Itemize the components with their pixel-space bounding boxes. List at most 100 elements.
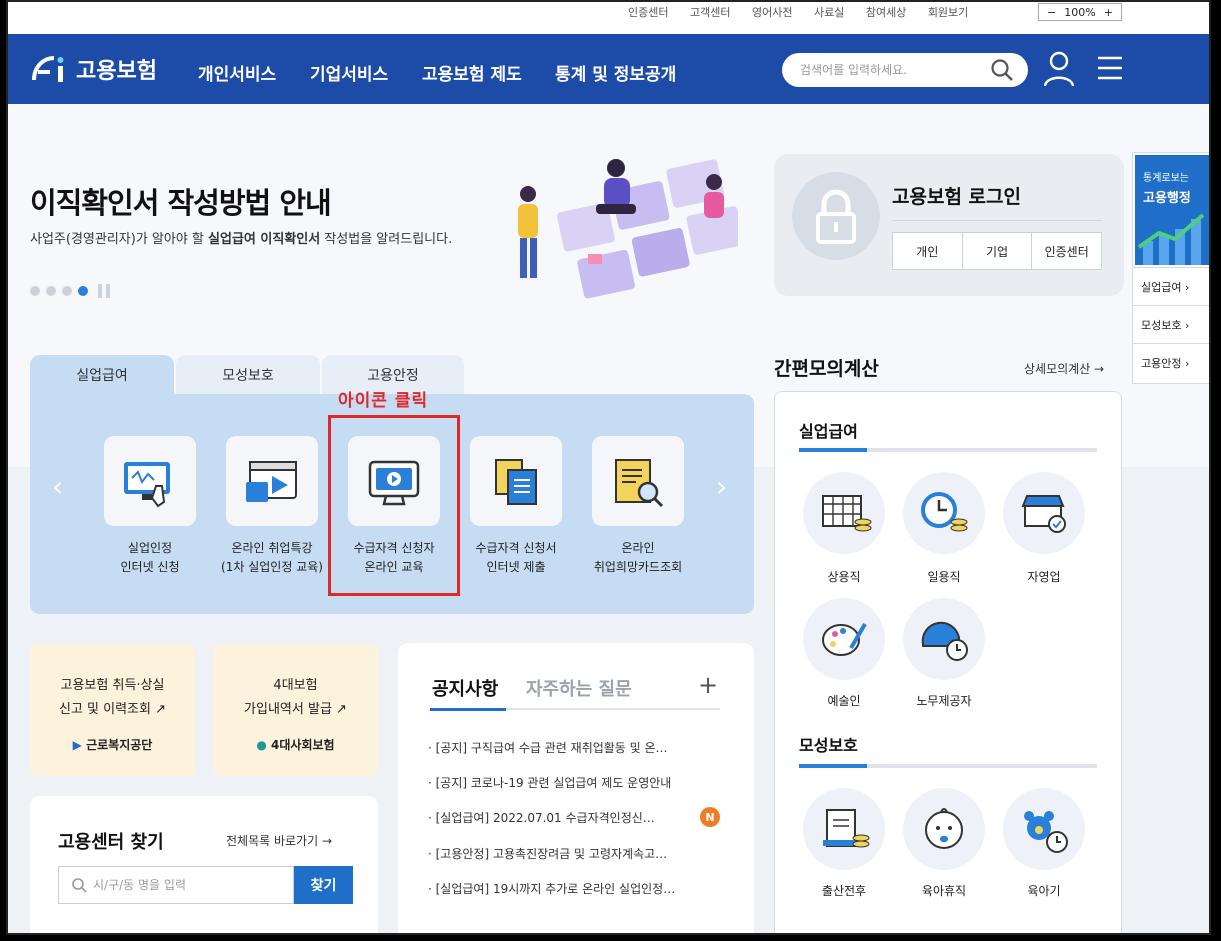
finder-all-link[interactable]: 전체목록 바로가기 → xyxy=(226,832,332,849)
service-icon-tile[interactable] xyxy=(226,436,318,526)
service-label-line: 인터넷 제출 xyxy=(486,560,546,574)
calc-label: 자영업 xyxy=(1027,570,1061,584)
tab-unemployment[interactable]: 실업급여 xyxy=(30,355,174,395)
calendar-coins-icon xyxy=(822,495,872,532)
prev-arrow-icon[interactable]: ‹ xyxy=(52,470,63,503)
slide-dot-active[interactable] xyxy=(78,286,88,296)
service-label-line: 온라인 xyxy=(621,541,655,555)
ei-logo-icon xyxy=(32,56,64,82)
tab-faq[interactable]: 자주하는 질문 xyxy=(526,675,632,701)
stats-banner[interactable]: 통계로보는 고용행정 xyxy=(1135,155,1209,265)
stats-banner-line2: 고용행정 xyxy=(1143,191,1191,206)
quick-link-card[interactable]: 고용보험 취득·상실 신고 및 이력조회 ↗ ▶ 근로복지공단 xyxy=(30,644,195,776)
stats-banner-line1: 통계로보는 xyxy=(1143,173,1189,184)
section-underline-active xyxy=(799,764,867,768)
menu-personal[interactable]: 개인서비스 xyxy=(198,60,276,85)
hero-title[interactable]: 이직확인서 작성방법 안내 xyxy=(30,180,332,222)
quick-link-text: 신고 및 이력조회 ↗ xyxy=(58,702,166,717)
login-cert-button[interactable]: 인증센터 xyxy=(1032,233,1102,269)
service-icon-tile[interactable] xyxy=(104,436,196,526)
utility-link[interactable]: 고객센터 xyxy=(690,6,730,19)
browser-page: 인증센터 고객센터 영어사전 사료실 참여세상 회원보기 − 100% + 고용… xyxy=(6,0,1211,935)
calc-childcare-button[interactable] xyxy=(1003,788,1085,870)
slide-dot[interactable] xyxy=(62,286,72,296)
region-search-input[interactable] xyxy=(93,878,283,892)
notice-item[interactable]: · [공지] 코로나-19 관련 실업급여 제도 운영안내 xyxy=(428,774,728,791)
hero-illustration xyxy=(518,159,738,299)
quick-link-text: 고용보험 취득·상실 xyxy=(60,678,165,693)
service-label[interactable]: 실업인정 인터넷 신청 xyxy=(85,539,215,577)
service-label-line: 온라인 취업특강 xyxy=(231,541,313,555)
utility-link[interactable]: 영어사전 xyxy=(752,6,792,19)
menu-system[interactable]: 고용보험 제도 xyxy=(422,60,522,85)
login-personal-button[interactable]: 개인 xyxy=(893,233,963,269)
menu-business[interactable]: 기업서비스 xyxy=(310,60,388,85)
calc-label: 육아휴직 xyxy=(921,884,967,898)
calc-freelancer-button[interactable] xyxy=(903,598,985,680)
notice-item[interactable]: · [공지] 구직급여 수급 관련 재취업활동 및 온… xyxy=(428,739,728,756)
service-label[interactable]: 수급자격 신청서 인터넷 제출 xyxy=(451,539,581,577)
divider xyxy=(892,220,1102,221)
utility-link[interactable]: 사료실 xyxy=(814,6,844,19)
hamburger-menu-icon[interactable] xyxy=(1096,54,1124,82)
teddy-clock-icon xyxy=(1024,811,1068,853)
calc-label: 출산전후 xyxy=(821,884,867,898)
login-buttons: 개인 기업 인증센터 xyxy=(892,232,1102,270)
new-badge: N xyxy=(700,807,720,827)
pause-icon[interactable] xyxy=(94,284,110,298)
side-item-stability[interactable]: 고용안정 › xyxy=(1133,343,1209,381)
utility-link[interactable]: 회원보기 xyxy=(928,6,968,19)
calc-selfemployed-button[interactable] xyxy=(1003,472,1085,554)
tab-maternity[interactable]: 모성보호 xyxy=(176,355,320,395)
service-icon-tile[interactable] xyxy=(470,436,562,526)
next-arrow-icon[interactable]: › xyxy=(716,470,727,503)
notice-item[interactable]: · [고용안정] 고용촉진장려금 및 고령자계속고… xyxy=(428,845,728,862)
slide-dot[interactable] xyxy=(46,286,56,296)
notice-item[interactable]: · [실업급여] 19시까지 추가로 온라인 실업인정… xyxy=(428,880,728,897)
quick-link-card[interactable]: 4대보험 가입내역서 발급 ↗ ● 4대사회보험 xyxy=(213,644,378,776)
service-label[interactable]: 온라인 취업특강 (1차 실업인정 교육) xyxy=(207,539,337,577)
find-button[interactable]: 찾기 xyxy=(294,866,353,904)
hero-subtitle-bold: 실업급여 이직확인서 xyxy=(208,232,321,247)
more-plus-icon[interactable]: + xyxy=(698,671,718,699)
utility-link[interactable]: 참여세상 xyxy=(866,6,906,19)
search-icon xyxy=(72,878,87,893)
annotation-highlight-box xyxy=(328,415,460,596)
calc-maternity-button[interactable] xyxy=(803,788,885,870)
utility-bar: 인증센터 고객센터 영어사전 사료실 참여세상 회원보기 − 100% + xyxy=(8,2,1209,34)
site-logo[interactable]: 고용보험 xyxy=(30,52,157,86)
login-business-button[interactable]: 기업 xyxy=(962,233,1033,269)
user-icon[interactable] xyxy=(1042,50,1076,88)
service-label-line: 인터넷 신청 xyxy=(120,560,180,574)
chart-rising-icon xyxy=(1137,213,1205,265)
monitor-hand-icon xyxy=(124,462,170,508)
main-nav: 고용보험 개인서비스 기업서비스 고용보험 제도 통계 및 정보공개 xyxy=(8,34,1209,104)
search-input[interactable] xyxy=(800,63,990,77)
menu-statistics[interactable]: 통계 및 정보공개 xyxy=(555,60,676,85)
zoom-in-button[interactable]: + xyxy=(1096,6,1121,19)
section-title: 모성보호 xyxy=(799,736,858,755)
lock-icon xyxy=(792,172,880,260)
calc-artist-button[interactable] xyxy=(803,598,885,680)
calc-regular-button[interactable] xyxy=(803,472,885,554)
service-icon-tile[interactable] xyxy=(592,436,684,526)
side-item-unemployment[interactable]: 실업급여 › xyxy=(1133,267,1209,305)
tab-notice[interactable]: 공지사항 xyxy=(432,675,498,701)
notice-board: 공지사항 자주하는 질문 + · [공지] 구직급여 수급 관련 재취업활동 및… xyxy=(398,643,754,933)
calc-parental-leave-button[interactable] xyxy=(903,788,985,870)
section-underline-active xyxy=(799,448,867,452)
calculator-detail-link[interactable]: 상세모의계산 → xyxy=(1024,360,1104,377)
org-name: 근로복지공단 xyxy=(86,738,153,752)
zoom-out-button[interactable]: − xyxy=(1039,6,1064,19)
calc-label: 상용직 xyxy=(827,570,861,584)
slide-dot[interactable] xyxy=(30,286,40,296)
utility-link[interactable]: 인증센터 xyxy=(628,6,668,19)
search-icon[interactable] xyxy=(990,58,1014,82)
calc-daily-button[interactable] xyxy=(903,472,985,554)
helmet-clock-icon xyxy=(921,621,968,661)
side-item-maternity[interactable]: 모성보호 › xyxy=(1133,305,1209,343)
service-label-line: (1차 실업인정 교육) xyxy=(221,560,323,574)
service-label[interactable]: 온라인 취업희망카드조회 xyxy=(573,539,703,577)
comwel-logo-icon: ▶ xyxy=(72,738,87,752)
notice-item[interactable]: · [실업급여] 2022.07.01 수급자격인정신… xyxy=(428,809,694,826)
